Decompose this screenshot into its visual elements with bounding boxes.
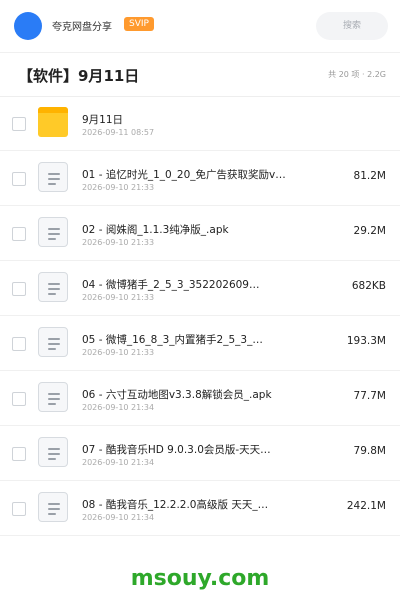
item-date: 2026-09-10 21:33 [82, 238, 155, 247]
select-checkbox[interactable] [12, 282, 26, 296]
select-checkbox[interactable] [12, 227, 26, 241]
list-item[interactable]: 07 - 酷我音乐HD 9.0.3.0会员版-天天… 2026-09-10 21… [0, 426, 400, 481]
item-date: 2026-09-11 08:57 [82, 128, 155, 137]
item-name: 02 - 阅姝阁_1.1.3纯净版_.apk [82, 224, 229, 236]
list-item[interactable]: 04 - 微博猪手_2_5_3_352202609… 2026-09-10 21… [0, 261, 400, 316]
list-item[interactable]: 01 - 追忆时光_1_0_20_免广告获取奖励v… 2026-09-10 21… [0, 151, 400, 206]
item-size: 682KB [351, 280, 386, 292]
item-size: 81.2M [353, 170, 386, 182]
item-size: 193.3M [346, 335, 386, 347]
select-checkbox[interactable] [12, 502, 26, 516]
top-bar: 夸克网盘分享 SVIP 搜索 [0, 0, 400, 53]
item-name: 07 - 酷我音乐HD 9.0.3.0会员版-天天… [82, 444, 271, 456]
list-item[interactable]: 02 - 阅姝阁_1.1.3纯净版_.apk 2026-09-10 21:33 … [0, 206, 400, 261]
item-date: 2026-09-10 21:33 [82, 183, 155, 192]
item-size: 77.7M [353, 390, 386, 402]
folder-header: 【软件】9月11日 共 20 项 · 2.2G [0, 52, 400, 97]
file-icon [38, 327, 68, 357]
watermark: msouy.com [130, 566, 270, 591]
file-icon [38, 272, 68, 302]
item-name: 04 - 微博猪手_2_5_3_352202609… [82, 279, 260, 291]
item-size: 29.2M [353, 225, 386, 237]
item-name: 06 - 六寸互动地图v3.3.8解锁会员_.apk [82, 389, 272, 401]
folder-title: 【软件】9月11日 [18, 67, 140, 85]
file-icon [38, 382, 68, 412]
search-button[interactable]: 搜索 [316, 12, 388, 40]
item-name: 01 - 追忆时光_1_0_20_免广告获取奖励v… [82, 169, 286, 181]
avatar[interactable] [14, 12, 42, 40]
folder-meta: 共 20 项 · 2.2G [328, 70, 386, 79]
item-date: 2026-09-10 21:34 [82, 513, 155, 522]
list-item[interactable]: 9月11日 2026-09-11 08:57 [0, 96, 400, 151]
select-checkbox[interactable] [12, 337, 26, 351]
item-size: 79.8M [353, 445, 386, 457]
item-date: 2026-09-10 21:34 [82, 403, 155, 412]
select-checkbox[interactable] [12, 392, 26, 406]
item-name: 9月11日 [82, 114, 124, 126]
list-item[interactable]: 05 - 微博_16_8_3_内置猪手2_5_3_… 2026-09-10 21… [0, 316, 400, 371]
select-checkbox[interactable] [12, 117, 26, 131]
select-checkbox[interactable] [12, 447, 26, 461]
item-date: 2026-09-10 21:34 [82, 458, 155, 467]
list-item[interactable]: 06 - 六寸互动地图v3.3.8解锁会员_.apk 2026-09-10 21… [0, 371, 400, 426]
list-item[interactable]: 08 - 酷我音乐_12.2.2.0高级版 天天_… 2026-09-10 21… [0, 481, 400, 536]
svip-badge: SVIP [124, 17, 154, 31]
file-icon [38, 162, 68, 192]
select-checkbox[interactable] [12, 172, 26, 186]
file-icon [38, 492, 68, 522]
app-name: 夸克网盘分享 [52, 22, 112, 33]
item-name: 05 - 微博_16_8_3_内置猪手2_5_3_… [82, 334, 263, 346]
file-list: 9月11日 2026-09-11 08:57 01 - 追忆时光_1_0_20_… [0, 96, 400, 536]
folder-icon [38, 107, 68, 137]
item-size: 242.1M [346, 500, 386, 512]
file-icon [38, 437, 68, 467]
item-date: 2026-09-10 21:33 [82, 348, 155, 357]
file-icon [38, 217, 68, 247]
item-date: 2026-09-10 21:33 [82, 293, 155, 302]
item-name: 08 - 酷我音乐_12.2.2.0高级版 天天_… [82, 499, 269, 511]
